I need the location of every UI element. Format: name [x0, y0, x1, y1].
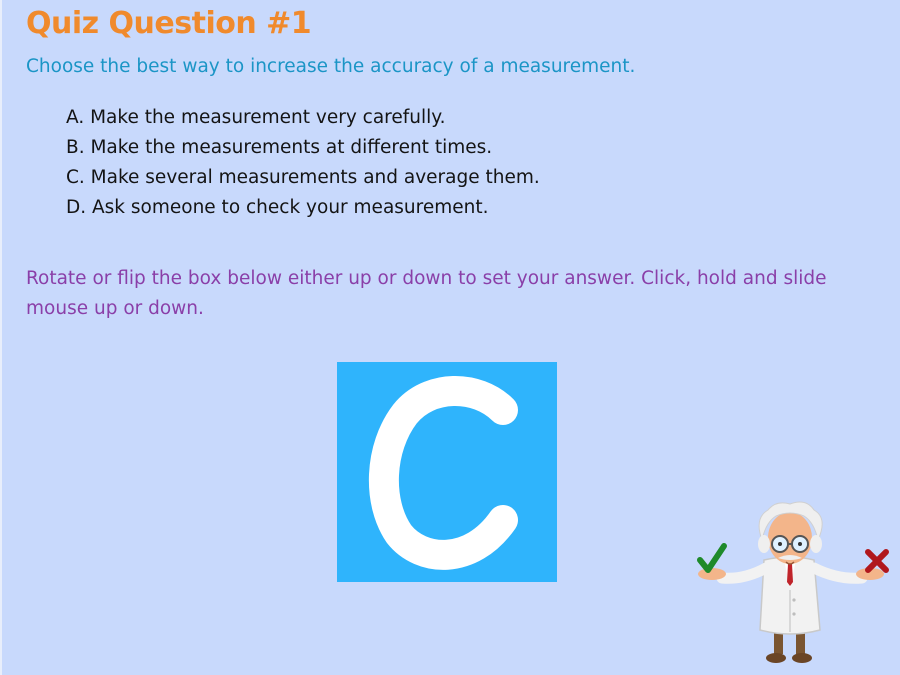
option-a: A. Make the measurement very carefully. — [66, 107, 446, 128]
answer-options-list: A. Make the measurement very carefully. … — [66, 106, 540, 226]
question-text: Choose the best way to increase the accu… — [26, 56, 636, 77]
x-mark-icon — [865, 549, 889, 573]
option-d: D. Ask someone to check your measurement… — [66, 197, 489, 218]
quiz-slide: Quiz Question #1 Choose the best way to … — [0, 0, 900, 675]
option-c: C. Make several measurements and average… — [66, 167, 540, 188]
answer-flip-box[interactable]: C — [337, 362, 557, 582]
scientist-mascot — [697, 501, 889, 663]
instruction-text: Rotate or flip the box below either up o… — [26, 268, 827, 319]
checkmark-icon — [697, 543, 727, 573]
option-b: B. Make the measurements at different ti… — [66, 137, 493, 158]
quiz-title: Quiz Question #1 — [26, 6, 312, 41]
